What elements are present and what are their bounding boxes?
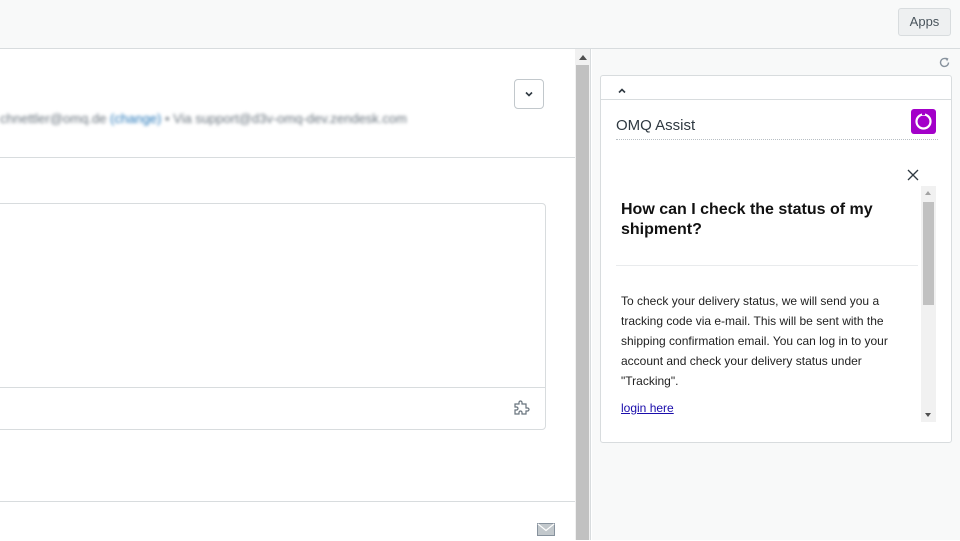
omq-assist-app: OMQ Assist How can I check the status of… [600,75,952,443]
chevron-up-icon[interactable] [617,82,627,100]
refresh-icon[interactable] [938,56,951,74]
question-divider [616,265,918,266]
ticket-scrollbar[interactable] [575,49,591,540]
expand-button[interactable] [514,79,544,109]
change-link[interactable]: (change) [110,111,161,126]
comment-editor[interactable] [0,203,546,430]
scroll-up-arrow[interactable] [925,191,931,195]
app-title: OMQ Assist [616,117,696,134]
envelope-icon[interactable] [537,523,555,541]
requester-email: chnettler@omq.de [0,111,107,126]
close-icon[interactable] [907,168,919,186]
title-divider [616,139,938,140]
apps-button[interactable]: Apps [898,8,951,36]
omq-logo-icon [911,109,936,134]
scroll-thumb[interactable] [923,202,934,305]
faq-question: How can I check the status of my shipmen… [621,201,873,238]
scroll-down-arrow[interactable] [925,413,931,417]
apps-panel: OMQ Assist How can I check the status of… [592,49,960,540]
from-line: chnettler@omq.de (change) • Via support@… [0,111,407,126]
top-bar: Apps [0,0,960,49]
login-link[interactable]: login here [621,401,674,415]
ticket-header: chnettler@omq.de (change) • Via support@… [0,49,575,158]
compose-divider [0,501,575,502]
answer-panel: How can I check the status of my shipmen… [616,186,936,422]
answer-scrollbar[interactable] [921,186,936,422]
via-address: • Via support@d3v-omq-dev.zendesk.com [164,111,407,126]
scroll-thumb[interactable] [576,65,589,540]
app-card-header [601,76,951,100]
chevron-down-icon [525,91,533,97]
scroll-up-arrow[interactable] [579,55,587,60]
faq-answer: To check your delivery status, we will s… [621,294,888,388]
ticket-pane: chnettler@omq.de (change) • Via support@… [0,49,575,540]
puzzle-icon[interactable] [513,400,531,421]
editor-footer [0,387,545,429]
